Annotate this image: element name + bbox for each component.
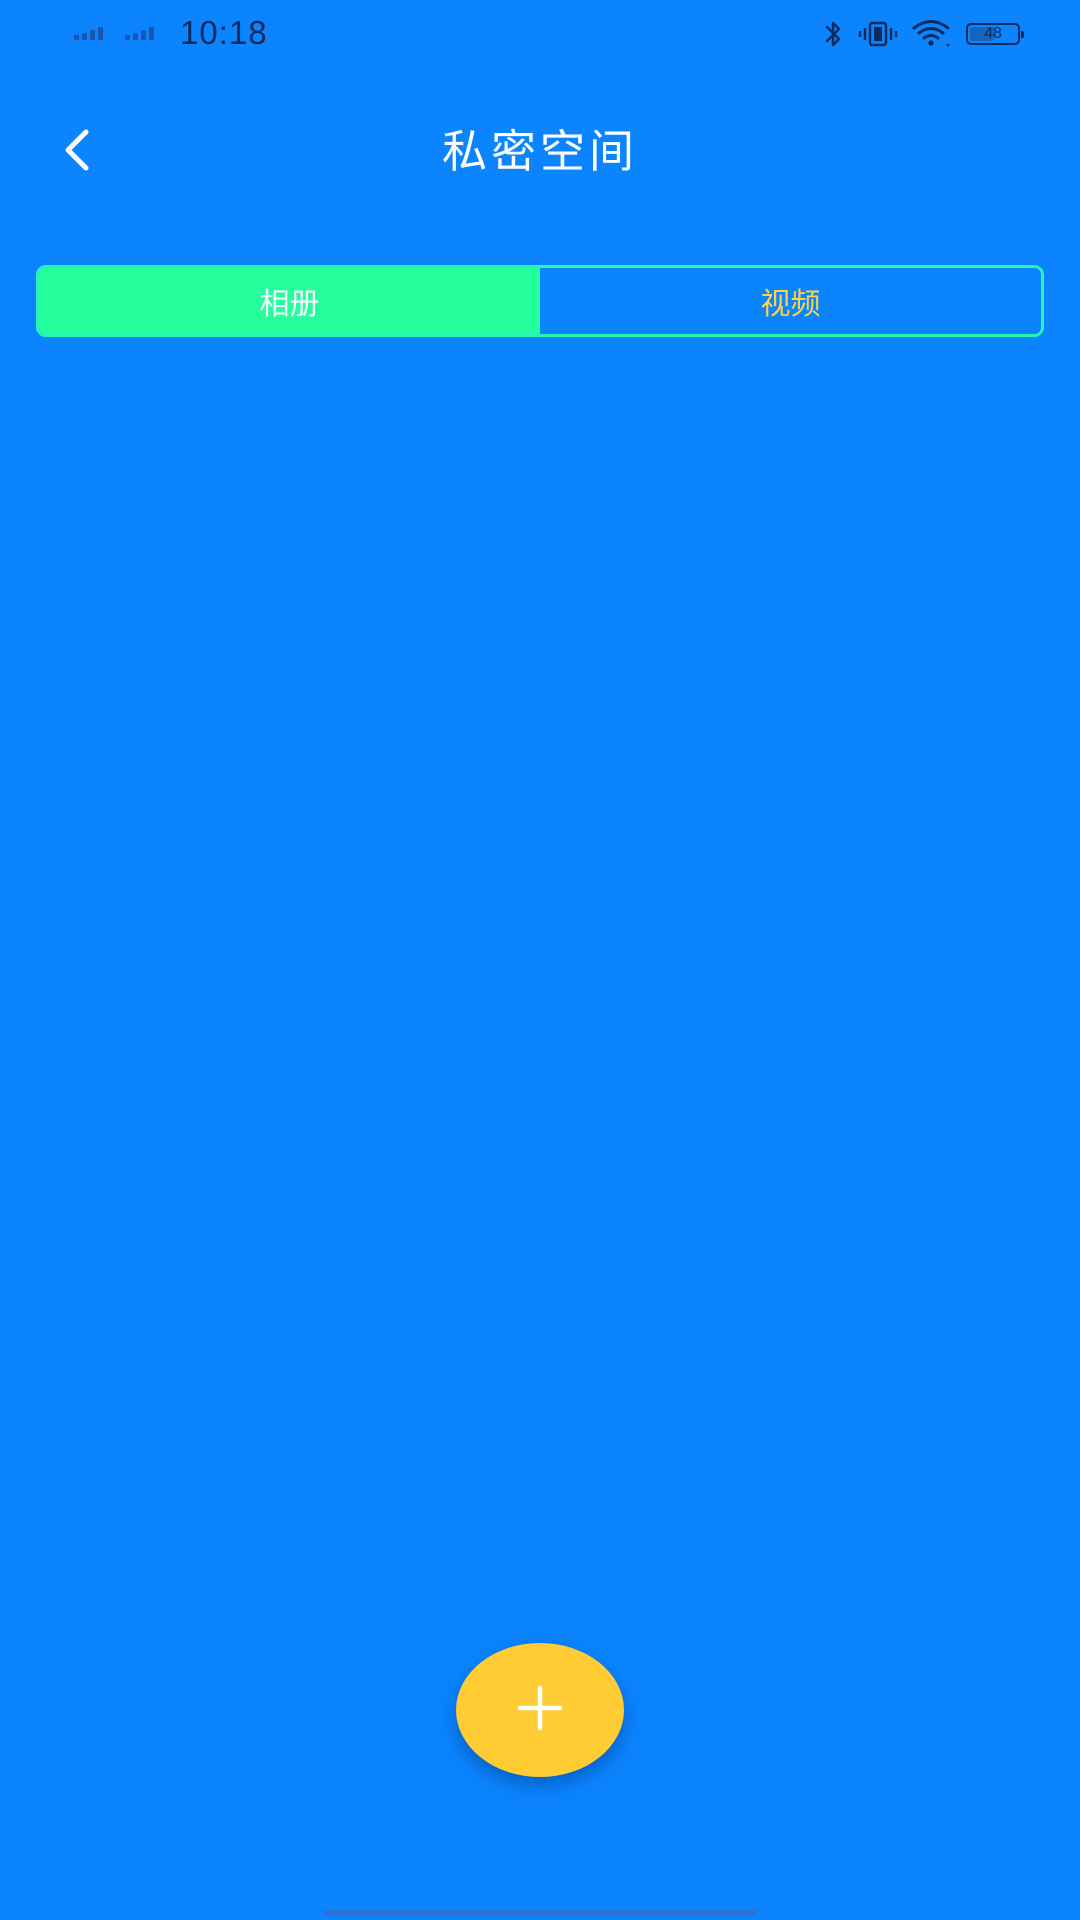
status-right: 48 [822, 12, 1024, 56]
vibrate-icon [858, 20, 898, 48]
page-title: 私密空间 [441, 125, 638, 178]
status-left: 10:18 [74, 10, 268, 56]
add-button[interactable] [456, 1643, 624, 1777]
battery-icon: 48 [966, 23, 1024, 45]
tab-album[interactable]: 相册 [39, 268, 540, 334]
bluetooth-icon [822, 20, 844, 48]
tab-video[interactable]: 视频 [540, 268, 1041, 334]
plus-icon [516, 1684, 564, 1736]
signal-icon [74, 26, 103, 40]
signal-icon [125, 26, 154, 40]
home-indicator[interactable] [323, 1910, 757, 1916]
status-time: 10:18 [180, 14, 268, 51]
wifi-icon [912, 19, 952, 49]
app-header: 私密空间 [0, 100, 1080, 204]
content-area [0, 340, 1080, 1620]
battery-level: 48 [984, 25, 1002, 42]
tab-switcher: 相册 视频 [36, 265, 1044, 337]
status-bar: 10:18 48 [0, 0, 1080, 66]
